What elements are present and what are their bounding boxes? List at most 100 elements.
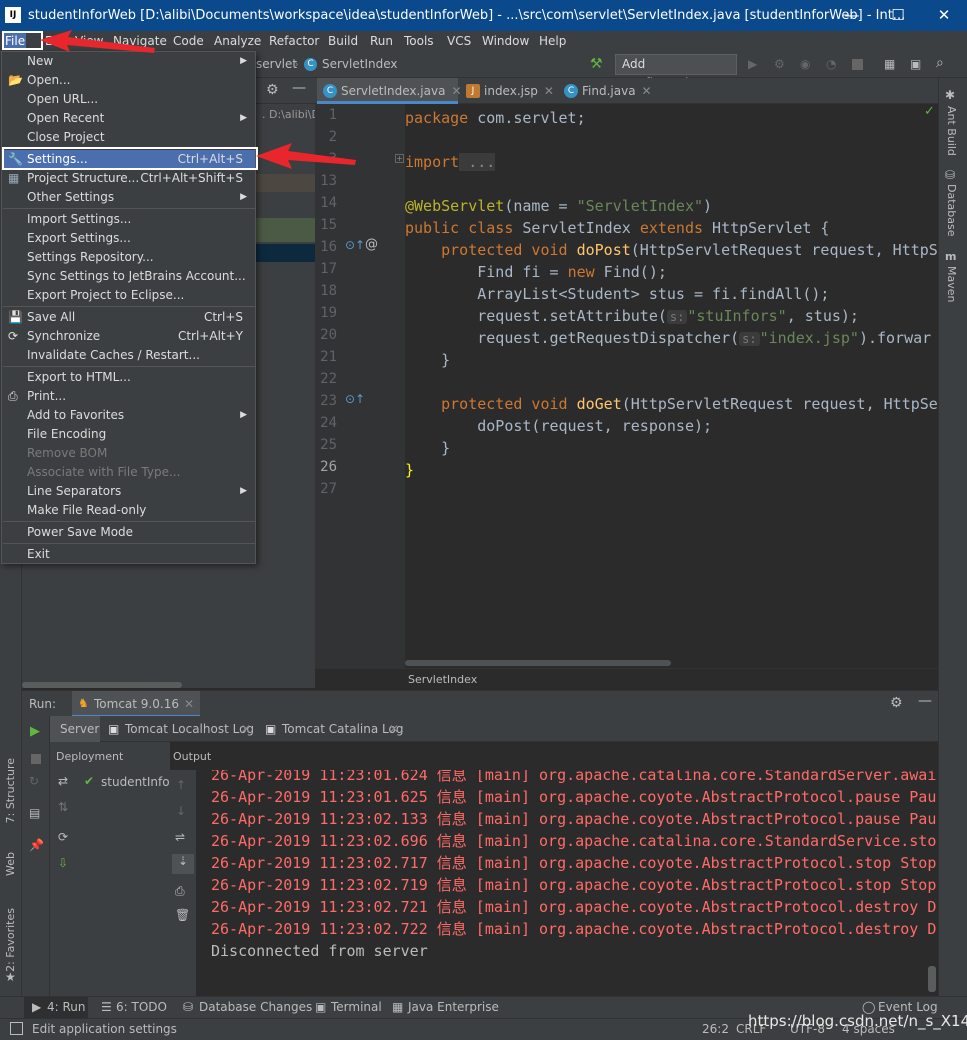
update-icon[interactable]: ⇅: [58, 800, 68, 814]
menu-item-file-encoding[interactable]: File Encoding: [3, 425, 255, 444]
up-arrow-icon[interactable]: ↑: [176, 778, 186, 792]
menu-item-make-read-only[interactable]: Make File Read-only: [3, 501, 255, 520]
run-tab-icon: ▶: [32, 1000, 42, 1014]
console-line: 26-Apr-2019 11:23:02.721 信息 [main] org.a…: [211, 898, 937, 916]
sync-icon: ⟳: [8, 329, 19, 343]
console-line: 26-Apr-2019 11:23:02.717 信息 [main] org.a…: [211, 854, 937, 872]
editor-hscrollbar[interactable]: [405, 660, 671, 666]
run-config-tab[interactable]: ♞ Tomcat 9.0.16 ✕: [72, 691, 200, 717]
code-line: }: [405, 461, 415, 479]
line-number: 18: [320, 283, 337, 299]
scroll-to-end-icon[interactable]: ⇣: [172, 854, 194, 874]
close-tab-icon[interactable]: ✕: [184, 697, 194, 711]
console-line: 26-Apr-2019 11:23:02.719 信息 [main] org.a…: [211, 876, 937, 894]
todo-icon: ☰: [101, 1000, 112, 1014]
menu-separator: [3, 306, 255, 307]
breadcrumb-class[interactable]: ServletIndex: [408, 673, 477, 686]
tab-run[interactable]: 4: Run: [47, 1000, 86, 1014]
line-number: 25: [320, 437, 337, 453]
annotation-marker-icon[interactable]: @: [365, 237, 378, 252]
layout-icon[interactable]: ▤: [29, 806, 40, 820]
right-tool-strip: ✱ Ant Build ⛁ Database m Maven: [938, 78, 967, 998]
menu-item-print[interactable]: ⎙ Print...: [3, 387, 255, 406]
deploy-all-icon[interactable]: ⇩: [58, 856, 68, 870]
print-icon[interactable]: ⎙: [175, 884, 185, 899]
menu-item-export-settings[interactable]: Export Settings...: [3, 229, 255, 248]
console-output[interactable]: 26-Apr-2019 11:23:01.624 信息 [main] org.a…: [196, 770, 938, 996]
tomcat-icon: ♞: [78, 696, 89, 710]
deployment-header: Deployment: [56, 750, 124, 763]
line-number: 24: [320, 415, 337, 431]
menu-item-export-html[interactable]: Export to HTML...: [3, 368, 255, 387]
menu-item-settings-repository[interactable]: Settings Repository...: [3, 248, 255, 267]
code-line: protected void doGet(HttpServletRequest …: [405, 395, 938, 413]
menu-item-invalidate-caches[interactable]: Invalidate Caches / Restart...: [3, 346, 255, 365]
red-arrow-settings: [256, 143, 356, 169]
override-marker-icon[interactable]: ⊙↑: [345, 238, 365, 252]
run-subtabs: Server ▣ Tomcat Localhost Log ✕ ▣ Tomcat…: [22, 716, 938, 742]
tab-todo[interactable]: 6: TODO: [116, 1000, 167, 1014]
menu-item-sync-settings[interactable]: Sync Settings to JetBrains Account...: [3, 267, 255, 286]
editor-breadcrumb: ServletIndex: [315, 668, 938, 690]
menu-item-line-separators[interactable]: Line Separators ▶: [3, 482, 255, 501]
project-hscrollbar[interactable]: [22, 682, 182, 688]
tab-terminal[interactable]: Terminal: [331, 1000, 382, 1014]
close-tab-icon[interactable]: ✕: [389, 722, 399, 736]
refresh-icon[interactable]: ⟳: [58, 830, 68, 844]
gear-icon[interactable]: ⚙: [890, 695, 903, 711]
menu-item-synchronize[interactable]: ⟳ Synchronize Ctrl+Alt+Y: [3, 327, 255, 346]
line-number: 17: [320, 261, 337, 277]
line-number-current: 26: [320, 459, 337, 475]
line-number: 19: [320, 305, 337, 321]
menu-item-power-save[interactable]: Power Save Mode: [3, 523, 255, 542]
line-number: 27: [320, 481, 337, 497]
submenu-arrow-icon: ▶: [240, 410, 247, 420]
artifact-item[interactable]: studentInfor: [101, 775, 175, 789]
console-line-disconnected: Disconnected from server: [211, 942, 428, 960]
menu-item-exit[interactable]: Exit: [3, 545, 255, 564]
tab-localhost-log[interactable]: Tomcat Localhost Log: [125, 722, 254, 736]
annotation-arrows: [40, 30, 356, 169]
run-icon[interactable]: ▶: [30, 724, 40, 739]
tab-server[interactable]: Server: [50, 716, 100, 742]
pin-icon[interactable]: 📌: [29, 838, 44, 852]
tab-java-enterprise[interactable]: Java Enterprise: [408, 1000, 499, 1014]
code-line: Find fi = new Find();: [405, 263, 667, 281]
console-vscrollbar[interactable]: [928, 966, 936, 992]
caret-position[interactable]: 26:2: [702, 1022, 729, 1036]
web-tool-tab[interactable]: Web: [4, 852, 17, 876]
soft-wrap-icon[interactable]: ⇌: [175, 830, 185, 844]
down-arrow-icon[interactable]: ↓: [176, 804, 186, 818]
toggle-tool-windows-icon[interactable]: [10, 1022, 23, 1035]
tab-database-changes[interactable]: Database Changes: [199, 1000, 312, 1014]
rerun-icon[interactable]: ↻: [29, 774, 39, 788]
database-changes-icon: ⛁: [183, 1000, 194, 1014]
menu-item-save-all[interactable]: 💾 Save All Ctrl+S: [3, 308, 255, 327]
code-line: }: [405, 351, 451, 369]
watermark-text: https://blog.csdn.net/n_s_X14: [748, 1012, 967, 1030]
hide-panel-icon[interactable]: —: [918, 693, 932, 709]
close-tab-icon[interactable]: ✕: [241, 722, 251, 736]
override-marker-icon[interactable]: ⊙↑: [345, 392, 365, 406]
tab-catalina-log[interactable]: Tomcat Catalina Log: [282, 722, 403, 736]
maven-tool-tab[interactable]: Maven: [945, 266, 958, 302]
maven-icon: m: [945, 250, 957, 263]
line-number: 20: [320, 327, 337, 343]
deploy-icon[interactable]: ⇄: [58, 774, 68, 788]
java-enterprise-icon: ▦: [392, 1000, 404, 1014]
status-message: Edit application settings: [32, 1022, 177, 1036]
trash-icon[interactable]: 🗑: [175, 908, 190, 922]
menu-separator: [3, 208, 255, 209]
stop-icon[interactable]: [31, 754, 41, 764]
run-panel-header: Run: ♞ Tomcat 9.0.16 ✕ ⚙ —: [22, 690, 938, 717]
check-icon: ✔: [84, 774, 95, 788]
structure-tool-tab[interactable]: 7: Structure: [4, 758, 17, 823]
menu-item-add-favorites[interactable]: Add to Favorites ▶: [3, 406, 255, 425]
line-number: 16: [320, 239, 337, 255]
menu-item-export-eclipse[interactable]: Export Project to Eclipse...: [3, 286, 255, 305]
menu-item-import-settings[interactable]: Import Settings...: [3, 210, 255, 229]
code-line: doPost(request, response);: [405, 417, 713, 435]
star-icon: ★: [5, 970, 16, 984]
console-line: 26-Apr-2019 11:23:01.625 信息 [main] org.a…: [211, 788, 937, 806]
favorites-tool-tab[interactable]: 2: Favorites: [4, 908, 17, 972]
